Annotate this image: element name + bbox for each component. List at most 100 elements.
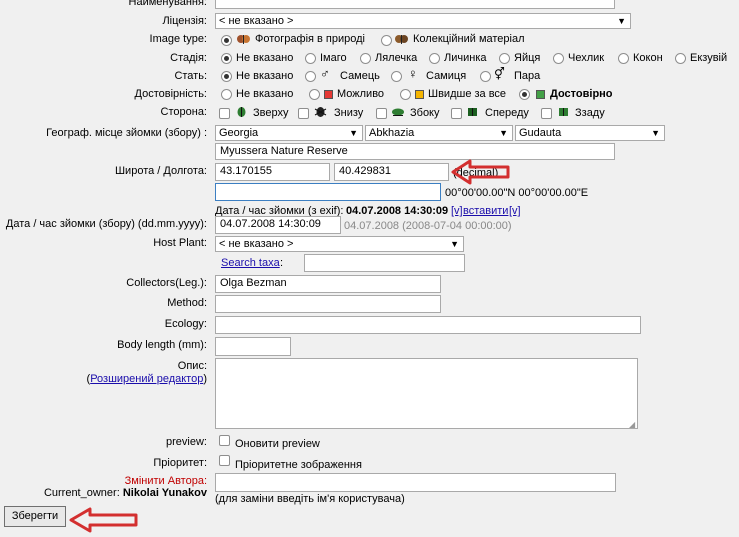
image-type-radio-nature[interactable] xyxy=(221,35,232,46)
description-label: Опис: xyxy=(177,360,207,372)
host-plant-select[interactable]: < не вказано > ▼ xyxy=(215,236,464,252)
stage-radio-pupa[interactable] xyxy=(360,53,371,64)
ecology-input[interactable] xyxy=(215,316,641,334)
side-checkbox-top[interactable] xyxy=(219,108,230,119)
advanced-editor-link[interactable]: Розширений редактор xyxy=(90,373,203,385)
date-note: 04.07.2008 (2008-07-04 00:00:00) xyxy=(344,220,512,232)
sex-option-pair: Пара xyxy=(514,70,541,82)
geo-place-input[interactable]: Myussera Nature Reserve xyxy=(215,143,615,160)
sex-label: Стать: xyxy=(174,70,207,82)
stage-radio-larva[interactable] xyxy=(429,53,440,64)
search-taxa-input[interactable] xyxy=(304,254,465,272)
body-length-input[interactable] xyxy=(215,337,291,356)
beetle-top-icon xyxy=(237,107,246,117)
stage-radio-exuvia[interactable] xyxy=(675,53,686,64)
image-type-option-collection: Колекційний матеріал xyxy=(413,33,525,45)
method-label: Method: xyxy=(167,297,207,309)
beetle-back-icon xyxy=(559,108,568,116)
side-option-back: Ззаду xyxy=(575,107,605,119)
description-paren-close: ) xyxy=(203,373,207,385)
sex-radio-pair[interactable] xyxy=(480,71,491,82)
save-button[interactable]: Зберегти xyxy=(4,506,66,527)
beetle-front-icon xyxy=(468,108,477,116)
side-option-bottom: Знизу xyxy=(334,107,364,119)
latitude-input[interactable]: 43.170155 xyxy=(215,163,330,181)
exif-value: 04.07.2008 14:30:09 xyxy=(346,205,449,217)
chevron-down-icon: ▼ xyxy=(499,128,508,138)
geo-city-select[interactable]: Gudauta ▼ xyxy=(515,125,665,141)
side-option-side: Збоку xyxy=(410,107,440,119)
side-option-top: Зверху xyxy=(253,107,289,119)
description-textarea[interactable] xyxy=(215,358,638,429)
annotation-arrow-icon xyxy=(451,159,510,185)
exif-v-link-2[interactable]: [v] xyxy=(509,204,521,218)
exif-v-link[interactable]: [v] xyxy=(451,204,463,218)
side-checkbox-bottom[interactable] xyxy=(298,108,309,119)
exif-paste-link[interactable]: вставити xyxy=(463,204,508,218)
geo-region-value: Abkhazia xyxy=(369,127,415,139)
sex-option-female: Самиця xyxy=(426,70,467,82)
stage-option-case: Чехлик xyxy=(568,52,605,64)
author-input[interactable] xyxy=(215,473,616,492)
dms-coords-text: 00°00'00.00"N 00°00'00.00"E xyxy=(445,187,589,199)
stage-radio-case[interactable] xyxy=(553,53,564,64)
priority-checkbox[interactable] xyxy=(219,455,230,466)
dms-coords-input[interactable] xyxy=(215,183,441,201)
collectors-label: Collectors(Leg.): xyxy=(126,277,207,289)
geo-country-select[interactable]: Georgia ▼ xyxy=(215,125,363,141)
preview-option: Оновити preview xyxy=(235,438,320,450)
sex-option-male: Самець xyxy=(340,70,380,82)
sex-radio-none[interactable] xyxy=(221,71,232,82)
longitude-input[interactable]: 40.429831 xyxy=(334,163,449,181)
female-icon: ♀ xyxy=(408,66,418,81)
image-type-radio-collection[interactable] xyxy=(381,35,392,46)
stage-radio-imago[interactable] xyxy=(305,53,316,64)
geo-region-select[interactable]: Abkhazia ▼ xyxy=(365,125,513,141)
collectors-input[interactable]: Olga Bezman xyxy=(215,275,441,293)
sex-radio-male[interactable] xyxy=(305,71,316,82)
side-checkbox-front[interactable] xyxy=(451,108,462,119)
search-taxa-link[interactable]: Search taxa xyxy=(221,256,280,270)
license-select[interactable]: < не вказано > ▼ xyxy=(215,13,631,29)
method-input[interactable] xyxy=(215,295,441,313)
name-input[interactable] xyxy=(215,0,615,9)
license-value: < не вказано > xyxy=(219,15,294,27)
date-input[interactable]: 04.07.2008 14:30:09 xyxy=(215,216,341,234)
description-editor-wrap: (Розширений редактор) xyxy=(87,372,207,386)
sex-radio-female[interactable] xyxy=(391,71,402,82)
priority-option: Пріоритетне зображення xyxy=(235,459,362,471)
author-hint: (для заміни введіть ім'я користувача) xyxy=(215,493,405,505)
stage-option-larva: Личинка xyxy=(444,52,487,64)
stage-option-pupa: Лялечка xyxy=(375,52,418,64)
chevron-down-icon: ▼ xyxy=(651,128,660,138)
current-owner-label: Current_owner: xyxy=(43,487,120,499)
reliability-radio-none[interactable] xyxy=(221,89,232,100)
collection-specimen-icon xyxy=(395,35,408,44)
stage-radio-cocoon[interactable] xyxy=(618,53,629,64)
reliability-radio-reliable[interactable] xyxy=(519,89,530,100)
image-type-option-nature: Фотографія в природі xyxy=(255,33,365,45)
ecology-label: Ecology: xyxy=(164,318,207,330)
stage-radio-eggs[interactable] xyxy=(499,53,510,64)
stage-radio-none[interactable] xyxy=(221,53,232,64)
side-checkbox-back[interactable] xyxy=(541,108,552,119)
image-type-label: Image type: xyxy=(149,33,207,45)
textarea-resize-handle-icon[interactable]: ◢ xyxy=(629,420,635,429)
reliability-option-likely: Швидше за все xyxy=(428,88,507,100)
preview-label: preview: xyxy=(166,436,207,448)
sex-option-none: Не вказано xyxy=(236,70,294,82)
geo-country-value: Georgia xyxy=(219,127,259,139)
reliability-radio-likely[interactable] xyxy=(400,89,411,100)
coords-label: Широта / Долгота: xyxy=(114,165,207,177)
status-green-square-icon xyxy=(536,90,545,99)
current-owner-wrap: Current_owner: Nikolai Yunakov xyxy=(44,486,207,500)
geo-label: Географ. місце зйомки (збору) : xyxy=(46,127,207,139)
current-owner-name: Nikolai Yunakov xyxy=(122,487,207,499)
reliability-option-none: Не вказано xyxy=(236,88,294,100)
status-yellow-square-icon xyxy=(415,90,424,99)
pair-icon: ⚥ xyxy=(494,67,505,81)
reliability-label: Достовірність: xyxy=(134,88,207,100)
side-checkbox-side[interactable] xyxy=(376,108,387,119)
preview-checkbox[interactable] xyxy=(219,435,230,446)
reliability-radio-possible[interactable] xyxy=(309,89,320,100)
